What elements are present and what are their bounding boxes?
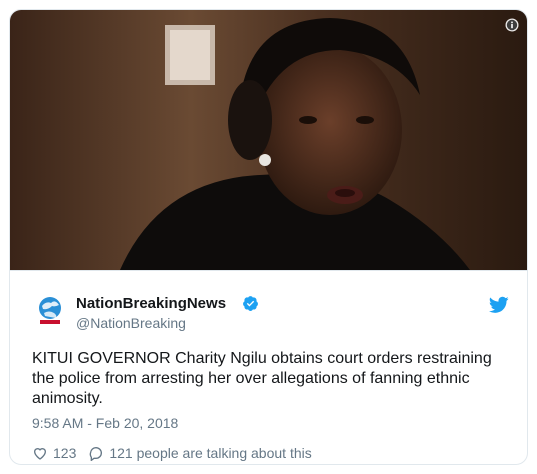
- tweet-card[interactable]: NationBreakingNews @NationBreaking KITUI…: [9, 9, 528, 465]
- talking-about-text: 121 people are talking about this: [109, 445, 312, 461]
- tweet-actions: 123 121 people are talking about this: [32, 445, 312, 461]
- author-name[interactable]: NationBreakingNews: [76, 295, 226, 312]
- like-count: 123: [53, 445, 77, 461]
- tweet-timestamp[interactable]: 9:58 AM - Feb 20, 2018: [32, 415, 178, 431]
- twitter-bird-icon[interactable]: [489, 296, 509, 314]
- info-icon[interactable]: [505, 18, 519, 32]
- nation-globe-logo: [32, 293, 68, 329]
- heart-icon: [33, 448, 47, 460]
- author-handle[interactable]: @NationBreaking: [76, 315, 186, 331]
- tweet-photo[interactable]: [10, 10, 527, 270]
- avatar[interactable]: [32, 293, 68, 329]
- tweet-body: NationBreakingNews @NationBreaking KITUI…: [10, 270, 527, 464]
- talking-link[interactable]: 121 people are talking about this: [88, 445, 312, 461]
- speech-bubble-icon: [90, 446, 103, 461]
- tweet-text: KITUI GOVERNOR Charity Ngilu obtains cou…: [32, 350, 492, 407]
- verified-badge-icon: [243, 296, 258, 311]
- like-button[interactable]: 123: [32, 445, 76, 461]
